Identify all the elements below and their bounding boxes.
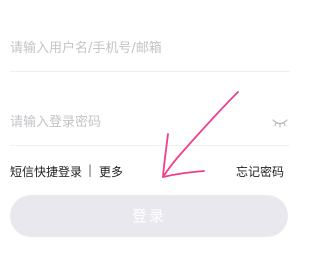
username-underline — [10, 71, 290, 72]
link-divider: | — [88, 163, 93, 177]
auxiliary-links: 短信快捷登录 | 更多 忘记密码 — [10, 163, 290, 181]
forgot-password-link[interactable]: 忘记密码 — [236, 163, 284, 180]
sms-login-link[interactable]: 短信快捷登录 — [10, 163, 82, 180]
password-underline — [10, 145, 290, 146]
password-input[interactable] — [10, 102, 260, 142]
username-field — [10, 28, 290, 72]
eye-closed-icon[interactable] — [272, 113, 288, 128]
password-field — [10, 102, 290, 146]
username-input[interactable] — [10, 28, 260, 68]
more-link[interactable]: 更多 — [99, 163, 123, 180]
login-button[interactable]: 登录 — [10, 195, 288, 237]
